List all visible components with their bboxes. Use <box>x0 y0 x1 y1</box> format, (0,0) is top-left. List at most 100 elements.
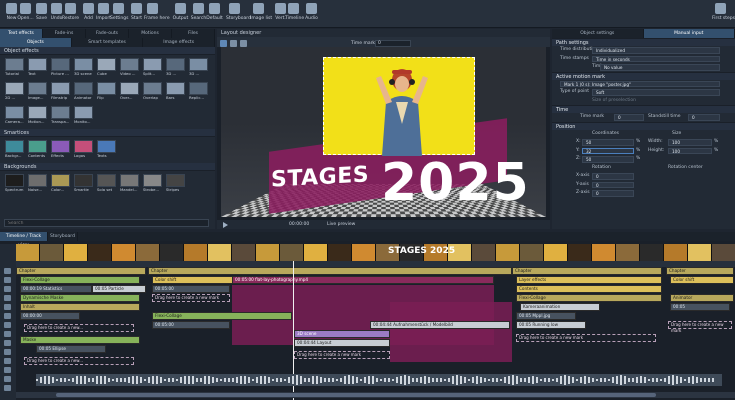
timeline-clip[interactable]: Flexi-Collage <box>20 276 140 284</box>
timeline-tab-1[interactable]: Storyboard <box>48 232 78 241</box>
toolbox-tab-3[interactable]: Motions <box>129 29 172 38</box>
time-stamps-select[interactable]: Time in seconds <box>592 55 720 62</box>
effect-thumbnail[interactable]: Noise... <box>28 174 49 195</box>
toolbox-subtab-0[interactable]: Objects <box>0 38 72 47</box>
properties-tab-0[interactable]: Object settings <box>552 29 644 38</box>
toolbar-button-13[interactable]: Storyboard <box>226 2 251 26</box>
smartices-header[interactable]: Smartices <box>0 129 215 137</box>
timeline-clip[interactable]: Layer effects <box>516 276 662 284</box>
timeline-clip[interactable]: 00:05 Running low <box>516 321 586 329</box>
timeline-tool-icon[interactable] <box>4 367 11 373</box>
type-of-point-select[interactable]: Soft <box>592 89 720 96</box>
z-input[interactable]: 50 <box>582 156 634 163</box>
standstill-input[interactable]: 0 <box>688 114 720 121</box>
timeline-clip[interactable]: 00:05:00 flat-lay-photography.mp4 <box>232 276 494 284</box>
effect-thumbnail[interactable]: Split... <box>143 58 164 79</box>
live-preview-toggle[interactable]: Live preview <box>327 221 355 228</box>
timeline-clip[interactable]: Chapter <box>16 267 146 275</box>
toolbar-button-16[interactable]: Timeline <box>285 2 304 26</box>
effect-thumbnail[interactable]: Camera... <box>5 106 26 127</box>
timeline-clip[interactable]: Flexi-Collage <box>516 294 662 302</box>
effect-thumbnail[interactable]: Contents <box>28 140 49 161</box>
effect-thumbnail[interactable]: Overlap <box>143 82 164 103</box>
drop-zone[interactable]: Drag here to create a new... <box>24 324 134 332</box>
zaxis-input[interactable]: 0 <box>592 190 634 197</box>
effect-thumbnail[interactable]: Color... <box>51 174 72 195</box>
timeline-tool-icon[interactable] <box>4 349 11 355</box>
timeline-clip[interactable]: Color shift <box>152 276 236 284</box>
xaxis-input[interactable]: 0 <box>592 173 634 180</box>
drop-zone[interactable]: Drag here to create a new mark <box>516 334 656 342</box>
filmstrip[interactable]: STAGES 2025 <box>16 244 735 261</box>
audio-waveform[interactable] <box>36 374 722 386</box>
timeline-tool-icon[interactable] <box>4 304 11 310</box>
effect-thumbnail[interactable]: Smartle <box>74 174 95 195</box>
effect-thumbnail[interactable]: 3D scene <box>74 58 95 79</box>
pointer-icon[interactable] <box>230 40 237 47</box>
effect-thumbnail[interactable]: Spectrum <box>5 174 26 195</box>
timeline-clip[interactable]: Color shift <box>670 276 734 284</box>
effect-thumbnail[interactable]: Monito... <box>74 106 95 127</box>
drop-zone[interactable]: Drag here to create a new... <box>24 357 134 365</box>
timeline-tool-icon[interactable] <box>4 277 11 283</box>
width-input[interactable]: 100 <box>668 139 712 146</box>
timeline-tool-icon[interactable] <box>4 286 11 292</box>
toolbar-button-8[interactable]: Start <box>128 2 145 26</box>
path-settings-header[interactable]: Path settings <box>552 38 735 46</box>
backgrounds-header[interactable]: Backgrounds <box>0 163 215 171</box>
effect-thumbnail[interactable]: Video ... <box>120 58 141 79</box>
height-input[interactable]: 100 <box>668 147 712 154</box>
toolbox-subtab-1[interactable]: Smart templates <box>72 38 144 47</box>
effect-thumbnail[interactable]: Flip <box>97 82 118 103</box>
wand-icon[interactable] <box>220 40 227 47</box>
timeline-clip[interactable]: 00:00:19 Statistics <box>20 285 92 293</box>
toolbox-tab-1[interactable]: Fade-ins <box>43 29 86 38</box>
effect-thumbnail[interactable]: 2D ... <box>5 82 26 103</box>
timeline-clip[interactable]: 00:00:00 <box>20 312 80 320</box>
timeline-scrollbar[interactable] <box>16 392 735 398</box>
drop-zone[interactable]: Drag here to create a new mark <box>152 294 230 302</box>
toolbar-button-12[interactable]: Default <box>206 2 223 26</box>
active-motion-mark-header[interactable]: Active motion mark <box>552 71 735 80</box>
toolbox-tab-0[interactable]: Text effects <box>0 29 43 38</box>
toolbar-button-7[interactable]: Settings <box>110 2 128 26</box>
stages-title-text[interactable]: STAGES <box>271 162 369 192</box>
effect-thumbnail[interactable]: Logos <box>74 140 95 161</box>
preselection-checkbox[interactable]: Size of preselection <box>560 98 636 103</box>
position-header[interactable]: Position <box>552 121 735 130</box>
properties-tab-1[interactable]: Manual input <box>643 29 735 38</box>
effect-thumbnail[interactable]: Replic... <box>189 82 210 103</box>
effect-thumbnail[interactable]: Image... <box>28 82 49 103</box>
y-input[interactable]: 32 <box>582 147 634 154</box>
timeline-tab-0[interactable]: Timeline / Track view <box>0 232 48 248</box>
first-steps-button[interactable]: First steps <box>712 2 735 26</box>
timeline-clip[interactable]: Contents <box>516 285 662 293</box>
effect-thumbnail[interactable]: Effects <box>51 140 72 161</box>
effect-thumbnail[interactable]: Strobe... <box>143 174 164 195</box>
drop-zone[interactable]: Drag here to create a new mark <box>668 321 732 333</box>
timeline-tool-icon[interactable] <box>4 331 11 337</box>
effect-thumbnail[interactable]: Backgr... <box>5 140 26 161</box>
effect-thumbnail[interactable]: Tutorial <box>5 58 26 79</box>
object-effects-header[interactable]: Object effects <box>0 47 215 55</box>
toolbar-button-9[interactable]: Frame here <box>144 2 170 26</box>
timeline-clip[interactable]: 00:05:00 <box>152 321 230 329</box>
time-header[interactable]: Time <box>552 105 735 113</box>
grid-icon[interactable] <box>240 40 247 47</box>
timeline-clip[interactable]: Maske <box>20 336 140 344</box>
x-input[interactable]: 50 <box>582 139 634 146</box>
drop-zone[interactable]: Drag here to create a new mark <box>294 351 390 359</box>
timeline-tool-icon[interactable] <box>4 358 11 364</box>
toolbar-button-11[interactable]: Search <box>190 2 207 26</box>
timeline-clip[interactable]: 00:04:44 Layout <box>294 339 390 347</box>
timeline-clip[interactable]: Chapter <box>666 267 734 275</box>
effect-thumbnail[interactable]: Motion... <box>28 106 49 127</box>
timeline-clip[interactable]: 00:05 Particle <box>92 285 146 293</box>
timeline-tool-icon[interactable] <box>4 313 11 319</box>
timeline-clip[interactable]: Flexi-Collage <box>152 312 292 320</box>
effect-thumbnail[interactable]: Picture ... <box>51 58 72 79</box>
timeline-tool-icon[interactable] <box>4 385 11 391</box>
yaxis-input[interactable]: 0 <box>592 181 634 188</box>
toolbar-button-1[interactable]: Open... <box>17 2 34 26</box>
timeline-tool-icon[interactable] <box>4 322 11 328</box>
